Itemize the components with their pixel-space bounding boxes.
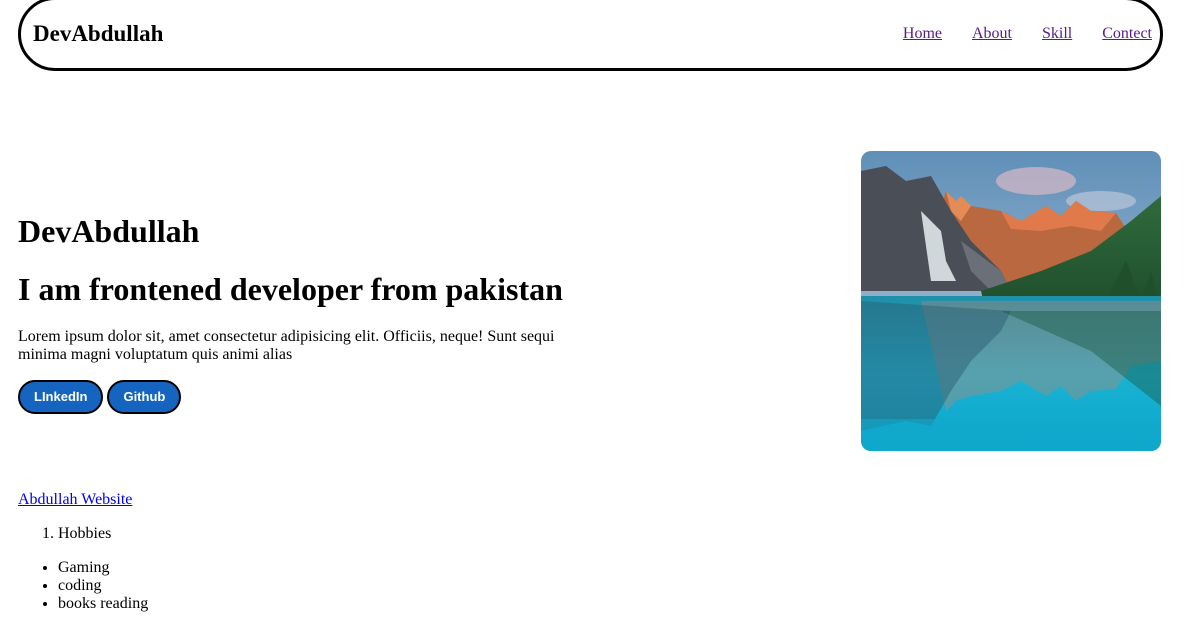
mountain-lake-image bbox=[861, 151, 1161, 451]
github-button[interactable]: Github bbox=[107, 380, 182, 414]
linkedin-button[interactable]: LInkedIn bbox=[18, 380, 104, 414]
hobbies-bullet-list: Gaming coding books reading bbox=[18, 559, 148, 613]
nav-link-about[interactable]: About bbox=[972, 24, 1012, 44]
nav-link-home[interactable]: Home bbox=[903, 24, 942, 44]
list-item: coding bbox=[58, 577, 148, 595]
nav-links: Home About Skill Contect bbox=[873, 24, 1152, 44]
brand-logo-text[interactable]: DevAbdullah bbox=[33, 20, 163, 48]
list-item: books reading bbox=[58, 595, 148, 613]
hobbies-ordered-list: Hobbies bbox=[18, 525, 111, 543]
hero-subtitle: I am frontened developer from pakistan bbox=[18, 271, 563, 307]
list-item: Hobbies bbox=[58, 525, 111, 543]
navbar: DevAbdullah Home About Skill Contect bbox=[18, 0, 1163, 71]
social-buttons: LInkedIn Github bbox=[18, 380, 185, 414]
nav-link-contact[interactable]: Contect bbox=[1102, 24, 1152, 44]
website-link[interactable]: Abdullah Website bbox=[18, 491, 132, 509]
hero-title: DevAbdullah bbox=[18, 213, 200, 249]
list-item: Gaming bbox=[58, 559, 148, 577]
hero-description: Lorem ipsum dolor sit, amet consectetur … bbox=[18, 328, 555, 363]
nav-link-skill[interactable]: Skill bbox=[1042, 24, 1072, 44]
